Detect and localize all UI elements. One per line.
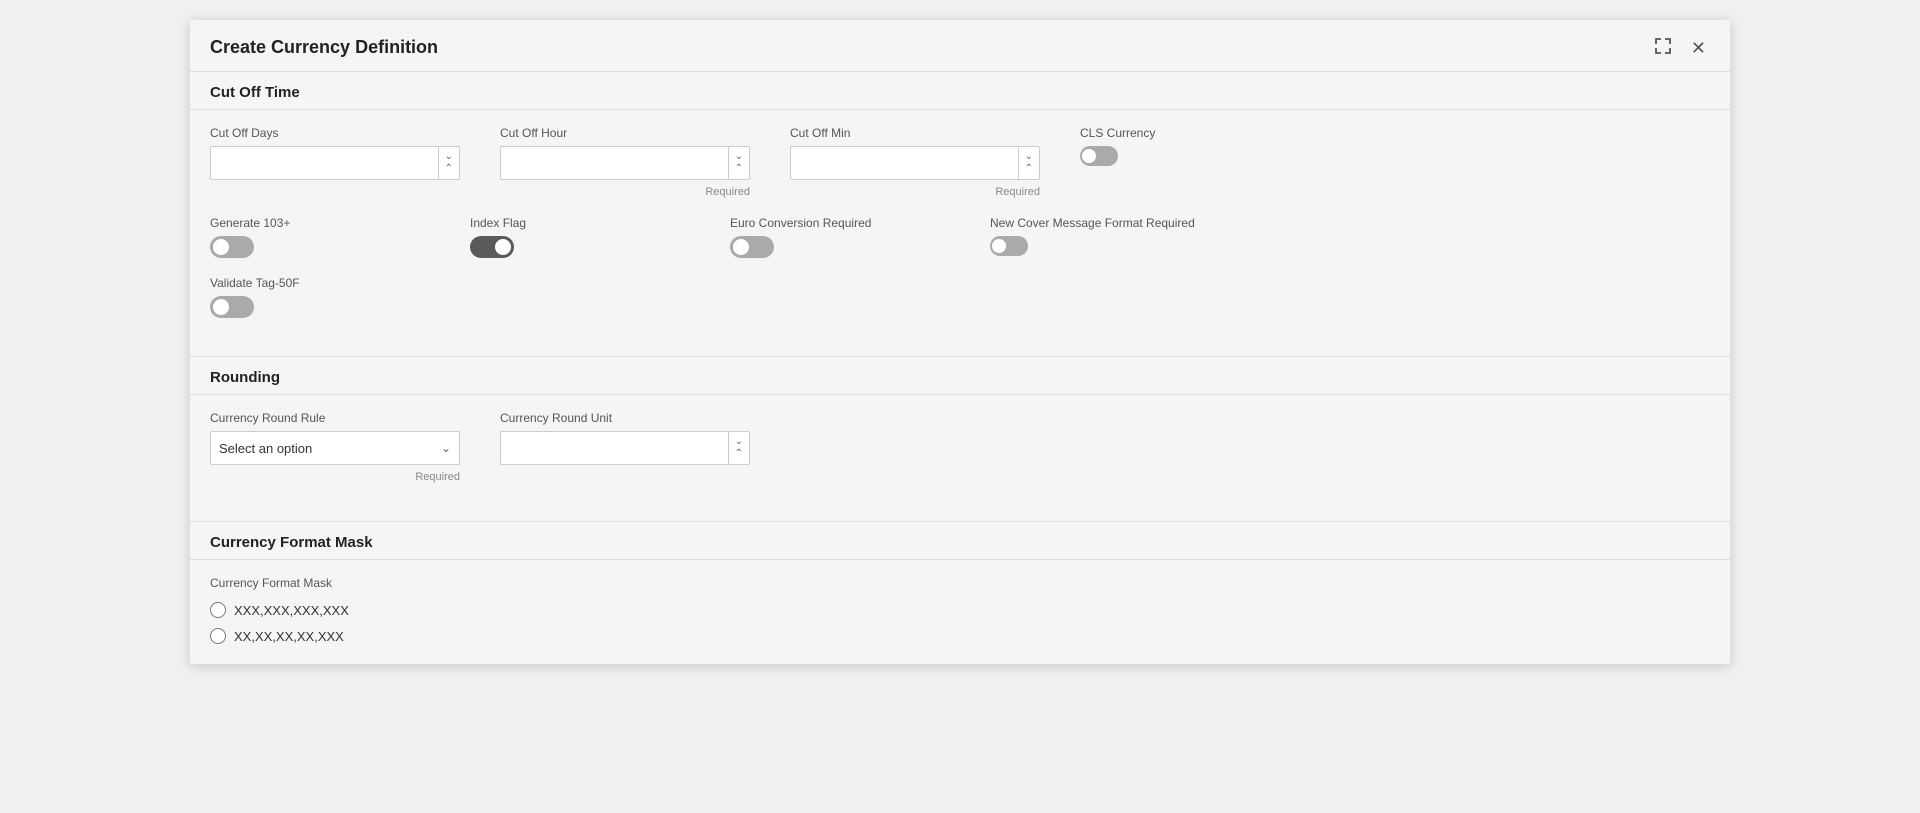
cut-off-min-chevrons: ⌄ ⌃ [1018,147,1039,179]
cut-off-time-section-header: Cut Off Time [190,71,1730,110]
cut-off-min-chevron-down[interactable]: ⌄ [1025,151,1033,163]
euro-conversion-toggle-wrapper [730,236,950,258]
currency-format-mask-radio-group: XXX,XXX,XXX,XXX XX,XX,XX,XX,XXX [210,602,1710,644]
index-flag-group: Index Flag [470,216,690,258]
index-flag-toggle[interactable] [470,236,514,258]
new-cover-msg-slider [990,236,1028,256]
cut-off-hour-select[interactable] [501,147,728,179]
currency-format-mask-section-header: Currency Format Mask [190,521,1730,560]
generate-103-toggle-wrapper [210,236,430,258]
currency-round-unit-label: Currency Round Unit [500,411,750,425]
cut-off-time-section: Cut Off Time Cut Off Days ⌄ ⌃ [190,71,1730,356]
modal-header: Create Currency Definition ✕ [190,20,1730,71]
validate-tag50f-toggle[interactable] [210,296,254,318]
currency-round-rule-group: Currency Round Rule Select an option ⌄ R… [210,411,460,483]
new-cover-msg-group: New Cover Message Format Required [990,216,1210,258]
cut-off-hour-group: Cut Off Hour ⌄ ⌃ Required [500,126,750,198]
validate-tag50f-label: Validate Tag-50F [210,276,430,290]
currency-round-rule-dropdown[interactable]: Select an option ⌄ [210,431,460,465]
cls-currency-toggle-wrapper [1080,146,1300,166]
validate-tag50f-toggle-wrapper [210,296,430,318]
close-button[interactable]: ✕ [1687,37,1710,59]
currency-round-rule-required: Required [210,471,460,483]
cut-off-days-chevron-up[interactable]: ⌃ [445,163,453,175]
cls-currency-label: CLS Currency [1080,126,1300,140]
currency-round-rule-label: Currency Round Rule [210,411,460,425]
rounding-body: Currency Round Rule Select an option ⌄ R… [190,395,1730,521]
cut-off-time-body: Cut Off Days ⌄ ⌃ Cut Off Hour [190,110,1730,356]
radio-option2-label: XX,XX,XX,XX,XXX [234,629,344,644]
generate-103-group: Generate 103+ [210,216,430,258]
cut-off-row-1: Cut Off Days ⌄ ⌃ Cut Off Hour [210,126,1710,198]
cut-off-row-3: Validate Tag-50F [210,276,1710,318]
generate-103-slider [210,236,254,258]
currency-format-mask-section: Currency Format Mask Currency Format Mas… [190,521,1730,664]
cut-off-hour-dropdown[interactable]: ⌄ ⌃ [500,146,750,180]
currency-round-unit-dropdown[interactable]: ⌄ ⌃ [500,431,750,465]
radio-option1-label: XXX,XXX,XXX,XXX [234,603,349,618]
cut-off-days-dropdown[interactable]: ⌄ ⌃ [210,146,460,180]
cut-off-min-dropdown[interactable]: ⌄ ⌃ [790,146,1040,180]
cut-off-days-chevron-down[interactable]: ⌄ [445,151,453,163]
generate-103-toggle[interactable] [210,236,254,258]
cut-off-hour-required: Required [500,186,750,198]
cut-off-hour-label: Cut Off Hour [500,126,750,140]
cut-off-row-2: Generate 103+ Index Flag [210,216,1710,258]
validate-tag50f-group: Validate Tag-50F [210,276,430,318]
currency-round-unit-chevron-up[interactable]: ⌃ [735,448,743,460]
cut-off-days-group: Cut Off Days ⌄ ⌃ [210,126,460,198]
rounding-section-header: Rounding [190,356,1730,395]
cls-currency-group: CLS Currency [1080,126,1300,198]
currency-format-mask-body: Currency Format Mask XXX,XXX,XXX,XXX XX,… [190,560,1730,664]
cut-off-min-chevron-up[interactable]: ⌃ [1025,163,1033,175]
expand-icon[interactable] [1651,36,1675,59]
rounding-section: Rounding Currency Round Rule Select an o… [190,356,1730,521]
radio-item-option1[interactable]: XXX,XXX,XXX,XXX [210,602,1710,618]
euro-conversion-slider [730,236,774,258]
euro-conversion-group: Euro Conversion Required [730,216,950,258]
cls-currency-slider [1080,146,1118,166]
index-flag-label: Index Flag [470,216,690,230]
cls-currency-toggle[interactable] [1080,146,1118,166]
modal-title: Create Currency Definition [210,37,438,58]
currency-round-unit-chevrons: ⌄ ⌃ [728,432,749,464]
index-flag-toggle-wrapper [470,236,690,258]
new-cover-msg-label: New Cover Message Format Required [990,216,1210,230]
modal-header-actions: ✕ [1651,36,1710,59]
new-cover-msg-toggle[interactable] [990,236,1028,256]
cut-off-min-select[interactable] [791,147,1018,179]
currency-round-unit-select[interactable] [501,432,728,464]
generate-103-label: Generate 103+ [210,216,430,230]
cut-off-hour-chevron-down[interactable]: ⌄ [735,151,743,163]
euro-conversion-toggle[interactable] [730,236,774,258]
cut-off-hour-chevron-up[interactable]: ⌃ [735,163,743,175]
currency-round-unit-chevron-down[interactable]: ⌄ [735,436,743,448]
currency-format-mask-sub-label: Currency Format Mask [210,576,1710,590]
radio-item-option2[interactable]: XX,XX,XX,XX,XXX [210,628,1710,644]
cut-off-min-required: Required [790,186,1040,198]
new-cover-msg-toggle-wrapper [990,236,1210,256]
currency-round-unit-group: Currency Round Unit ⌄ ⌃ [500,411,750,483]
currency-round-rule-arrow-icon: ⌄ [433,441,459,455]
cut-off-days-select[interactable] [211,147,438,179]
currency-round-rule-select[interactable]: Select an option [211,432,433,464]
cut-off-min-label: Cut Off Min [790,126,1040,140]
cut-off-days-chevrons: ⌄ ⌃ [438,147,459,179]
validate-tag50f-slider [210,296,254,318]
radio-option1[interactable] [210,602,226,618]
rounding-row-1: Currency Round Rule Select an option ⌄ R… [210,411,1710,483]
create-currency-definition-modal: Create Currency Definition ✕ Cut Off Tim… [190,20,1730,664]
euro-conversion-label: Euro Conversion Required [730,216,950,230]
cut-off-min-group: Cut Off Min ⌄ ⌃ Required [790,126,1040,198]
index-flag-slider [470,236,514,258]
cut-off-hour-chevrons: ⌄ ⌃ [728,147,749,179]
cut-off-days-label: Cut Off Days [210,126,460,140]
radio-option2[interactable] [210,628,226,644]
